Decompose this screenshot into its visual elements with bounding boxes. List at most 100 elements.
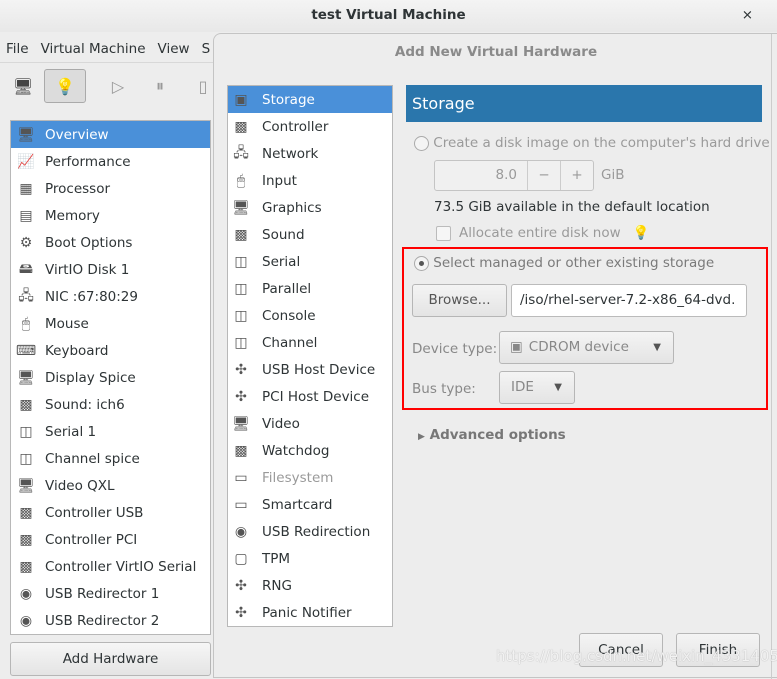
list-item[interactable]: ◫ Serial 1: [11, 418, 210, 445]
pause-icon[interactable]: ⏸: [140, 69, 180, 103]
list-item[interactable]: 🖱 Input: [228, 167, 392, 194]
list-item[interactable]: 📈 Performance: [11, 148, 210, 175]
allocate-checkbox[interactable]: Allocate entire disk now 💡: [436, 225, 649, 241]
list-item-label: Video QXL: [45, 477, 115, 494]
list-item[interactable]: ▤ Memory: [11, 202, 210, 229]
list-item-label: Keyboard: [45, 342, 109, 359]
channel-icon: ◫: [19, 450, 33, 467]
menubar: File Virtual Machine View S: [0, 36, 216, 62]
list-item[interactable]: ▭ Smartcard: [228, 491, 392, 518]
network-icon: 🖧: [18, 287, 34, 304]
controller-icon: ▩: [19, 531, 33, 548]
window-edge: [771, 34, 777, 679]
list-item-label: Performance: [45, 153, 131, 170]
menu-file[interactable]: File: [0, 36, 35, 62]
list-item-label: Processor: [45, 180, 111, 197]
disk-icon: 🖴: [18, 260, 34, 277]
size-value: 8.0: [495, 167, 517, 183]
list-item[interactable]: 🖥 Video QXL: [11, 472, 210, 499]
list-item-label: NIC :67:80:29: [45, 288, 138, 305]
hardware-type-list: ▣ Storage ▩ Controller 🖧 Network 🖱 Input 🖥 Graphi…: [227, 85, 393, 627]
list-item[interactable]: ◫ Console: [228, 302, 392, 329]
monitor-icon: 🖥: [17, 126, 35, 143]
list-item[interactable]: ▩ Watchdog: [228, 437, 392, 464]
list-item-label: Graphics: [262, 199, 322, 216]
list-item[interactable]: ▩ Controller USB: [11, 499, 210, 526]
list-item[interactable]: 🖴 VirtIO Disk 1: [11, 256, 210, 283]
performance-icon: 📈: [17, 153, 35, 170]
list-item[interactable]: ✣ RNG: [228, 572, 392, 599]
list-item-label: Smartcard: [262, 496, 333, 513]
list-item[interactable]: ▩ Controller PCI: [11, 526, 210, 553]
memory-icon: ▤: [19, 207, 33, 224]
list-item[interactable]: ◉ USB Redirection: [228, 518, 392, 545]
close-button[interactable]: ×: [742, 0, 753, 30]
list-item[interactable]: 🖥 Video: [228, 410, 392, 437]
list-item[interactable]: ▣ Storage: [228, 86, 392, 113]
smartcard-icon: ▭: [234, 496, 248, 513]
list-item[interactable]: ▩ Sound: [228, 221, 392, 248]
list-item[interactable]: 🖥 Overview: [11, 121, 210, 148]
list-item[interactable]: 🖥 Display Spice: [11, 364, 210, 391]
advanced-options-expander[interactable]: ▶ Advanced options: [418, 427, 566, 443]
list-item[interactable]: 🖧 NIC :67:80:29: [11, 283, 210, 310]
menu-virtual-machine[interactable]: Virtual Machine: [35, 36, 152, 62]
list-item-label: Sound: ich6: [45, 396, 125, 413]
list-item[interactable]: ▩ Sound: ich6: [11, 391, 210, 418]
create-disk-label: Create a disk image on the computer's ha…: [433, 135, 770, 151]
list-item[interactable]: ✣ PCI Host Device: [228, 383, 392, 410]
list-item[interactable]: ▢ TPM: [228, 545, 392, 572]
toolbar: 🖥 💡 ▷ ⏸ ▯: [0, 62, 215, 108]
window-title: test Virtual Machine: [311, 7, 466, 23]
list-item[interactable]: ◫ Serial: [228, 248, 392, 275]
create-disk-radio[interactable]: Create a disk image on the computer's ha…: [414, 135, 770, 151]
list-item-label: Input: [262, 172, 297, 189]
list-item-label: USB Host Device: [262, 361, 376, 378]
menu-view[interactable]: View: [152, 36, 196, 62]
size-minus-button[interactable]: −: [527, 161, 560, 190]
usb-icon: ◉: [234, 523, 248, 540]
panic-icon: ✣: [235, 604, 247, 621]
add-hardware-dialog: Add New Virtual Hardware ▣ Storage ▩ Contro…: [213, 33, 777, 679]
list-item[interactable]: ⌨ Keyboard: [11, 337, 210, 364]
list-item[interactable]: ◫ Parallel: [228, 275, 392, 302]
list-item[interactable]: ◉ USB Redirector 1: [11, 580, 210, 607]
list-item[interactable]: ▭ Filesystem: [228, 464, 392, 491]
list-item[interactable]: ✣ USB Host Device: [228, 356, 392, 383]
list-item[interactable]: ⚙ Boot Options: [11, 229, 210, 256]
usb-host-icon: ✣: [235, 361, 247, 378]
list-item-label: PCI Host Device: [262, 388, 370, 405]
list-item-label: Display Spice: [45, 369, 136, 386]
list-item-label: Boot Options: [45, 234, 133, 251]
sound-icon: ▩: [234, 226, 248, 243]
list-item-label: Channel spice: [45, 450, 140, 467]
list-item-label: Watchdog: [262, 442, 330, 459]
lightbulb-icon[interactable]: 💡: [44, 69, 86, 103]
list-item-label: Overview: [45, 126, 109, 143]
list-item[interactable]: 🖱 Mouse: [11, 310, 210, 337]
watchdog-icon: ▩: [234, 442, 248, 459]
storage-icon: ▣: [234, 91, 248, 108]
watermark: https://blog.csdn.net/weixin_43314056: [496, 647, 777, 665]
list-item[interactable]: 🖥 Graphics: [228, 194, 392, 221]
list-item-label: Serial 1: [45, 423, 97, 440]
list-item-label: Network: [262, 145, 319, 162]
list-item[interactable]: ◫ Channel spice: [11, 445, 210, 472]
checkbox-icon: [436, 225, 451, 241]
size-plus-button[interactable]: +: [560, 161, 593, 190]
list-item[interactable]: ◫ Channel: [228, 329, 392, 356]
list-item-label: Serial: [262, 253, 301, 270]
add-hardware-button[interactable]: Add Hardware: [10, 642, 211, 676]
list-item[interactable]: ▩ Controller: [228, 113, 392, 140]
pci-host-icon: ✣: [235, 388, 247, 405]
monitor-icon[interactable]: 🖥: [3, 69, 43, 103]
list-item[interactable]: ▩ Controller VirtIO Serial: [11, 553, 210, 580]
list-item[interactable]: 🖧 Network: [228, 140, 392, 167]
play-icon[interactable]: ▷: [98, 69, 138, 103]
display-icon: 🖥: [17, 369, 35, 386]
list-item[interactable]: ▦ Processor: [11, 175, 210, 202]
list-item[interactable]: ◉ USB Redirector 2: [11, 607, 210, 634]
list-item[interactable]: ✣ Panic Notifier: [228, 599, 392, 626]
mouse-icon: 🖱: [236, 172, 246, 189]
size-spinner[interactable]: 8.0 − +: [434, 160, 594, 191]
